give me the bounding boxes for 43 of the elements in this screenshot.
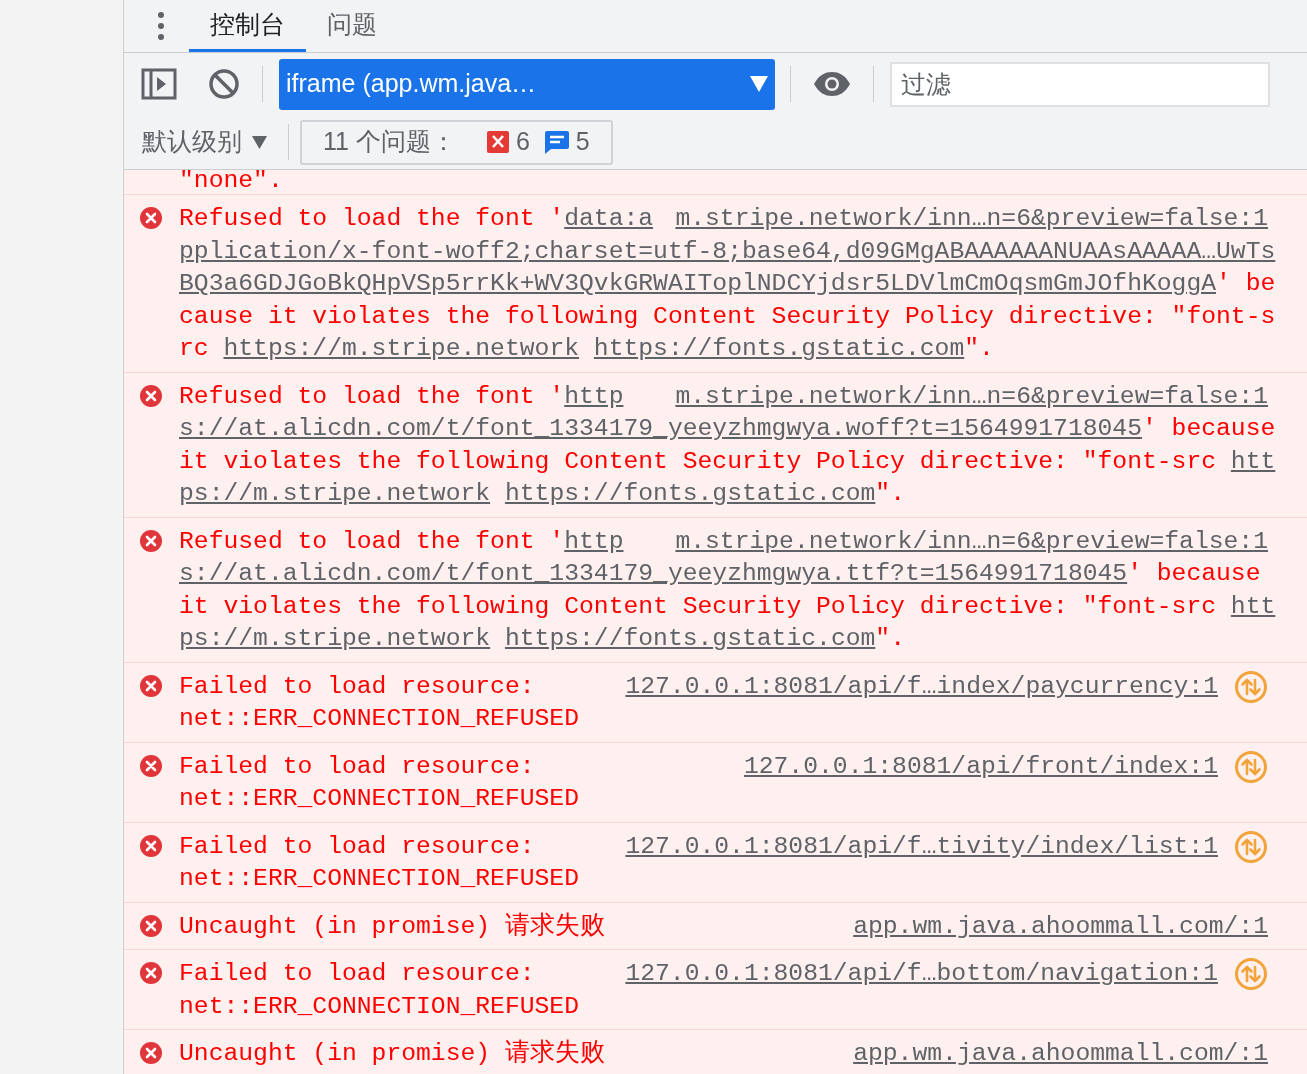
dropdown-caret-icon — [252, 135, 267, 149]
message-text: s://at.alicdn.com/t/font_1334179_yeeyzhmgwya.woff?t=1564991718045' because it violates the following Content Security Policy directive: "font-src https://m.stripe.network https://fonts.gstatic.com". — [179, 413, 1277, 509]
message-text: Uncaught (in promise) 请求失败 — [179, 910, 605, 942]
issues-button[interactable]: 11 个问题： 6 5 — [300, 119, 613, 165]
source-link[interactable]: app.wm.java.ahoommall.com/:1 — [853, 1037, 1268, 1070]
message-issue-icon — [543, 130, 570, 154]
source-link[interactable]: m.stripe.network/inn…n=6&preview=false:1 — [675, 379, 1268, 412]
eye-icon[interactable] — [813, 71, 851, 97]
error-icon — [140, 529, 162, 552]
error-issue-icon — [485, 130, 510, 154]
error-icon — [140, 962, 162, 984]
message-text: Uncaught (in promise) 请求失败 — [179, 1038, 605, 1069]
message-text: pplication/x-font-woff2;charset=utf-8;base64,d09GMgABAAAAAANUAAsAAAAA…UwTsBQ3a6GDJGoBkQHpVSp5rrKk+WV3QvkGRWAIToplNDCYjdsr5LDVlmCmOqsmGmJOfhKoggA' because it violates the following Content Security Policy directive: "font-src https://m.stripe.network https://fonts.gstatic.com". — [179, 235, 1277, 364]
sidebar-toggle-icon[interactable] — [141, 68, 177, 100]
context-select[interactable]: iframe (app.wm.java… — [279, 58, 775, 110]
message-text: Failed to load resource: net::ERR_CONNECTION_REFUSED — [179, 830, 580, 894]
message-text: Failed to load resource: net::ERR_CONNECTION_REFUSED — [179, 670, 580, 734]
source-link[interactable]: app.wm.java.ahoommall.com/:1 — [853, 909, 1268, 942]
message-text: Failed to load resource: net::ERR_CONNECTION_REFUSED — [179, 958, 580, 1022]
tab[interactable]: 问题 — [306, 0, 398, 52]
source-link[interactable]: m.stripe.network/inn…n=6&preview=false:1 — [675, 524, 1268, 557]
source-link[interactable]: 127.0.0.1:8081/api/f…index/paycurrency:1 — [625, 669, 1218, 702]
error-icon — [140, 914, 162, 937]
clear-console-icon[interactable] — [208, 68, 240, 100]
source-link[interactable]: 127.0.0.1:8081/api/f…tivity/index/list:1 — [625, 829, 1218, 862]
error-icon — [140, 754, 162, 777]
dropdown-caret-icon — [750, 76, 768, 92]
message-text: s://at.alicdn.com/t/font_1334179_yeeyzhmgwya.ttf?t=1564991718045' because it violates the following Content Security Policy directive: "font-src https://m.stripe.network https://fonts.gstatic.com". — [179, 558, 1277, 654]
error-icon — [140, 1042, 162, 1064]
source-link[interactable]: 127.0.0.1:8081/api/f…bottom/navigation:1 — [625, 957, 1218, 990]
message-text: Failed to load resource: net::ERR_CONNECTION_REFUSED — [179, 750, 580, 814]
log-level-dropdown[interactable]: 默认级别 — [142, 123, 267, 161]
message-text: Refused to load the font 'http — [179, 380, 624, 412]
source-link[interactable]: 127.0.0.1:8081/api/front/index:1 — [743, 749, 1218, 782]
error-icon — [140, 207, 162, 229]
filter-field[interactable]: 过滤 — [890, 61, 1270, 107]
message-text: Refused to load the font 'data:a — [179, 203, 654, 234]
error-icon — [140, 834, 162, 857]
error-icon — [140, 384, 162, 407]
error-icon — [140, 674, 162, 697]
message-text: "none". — [179, 170, 283, 194]
source-link[interactable]: m.stripe.network/inn…n=6&preview=false:1 — [675, 202, 1268, 235]
message-text: Refused to load the font 'http — [179, 525, 624, 557]
